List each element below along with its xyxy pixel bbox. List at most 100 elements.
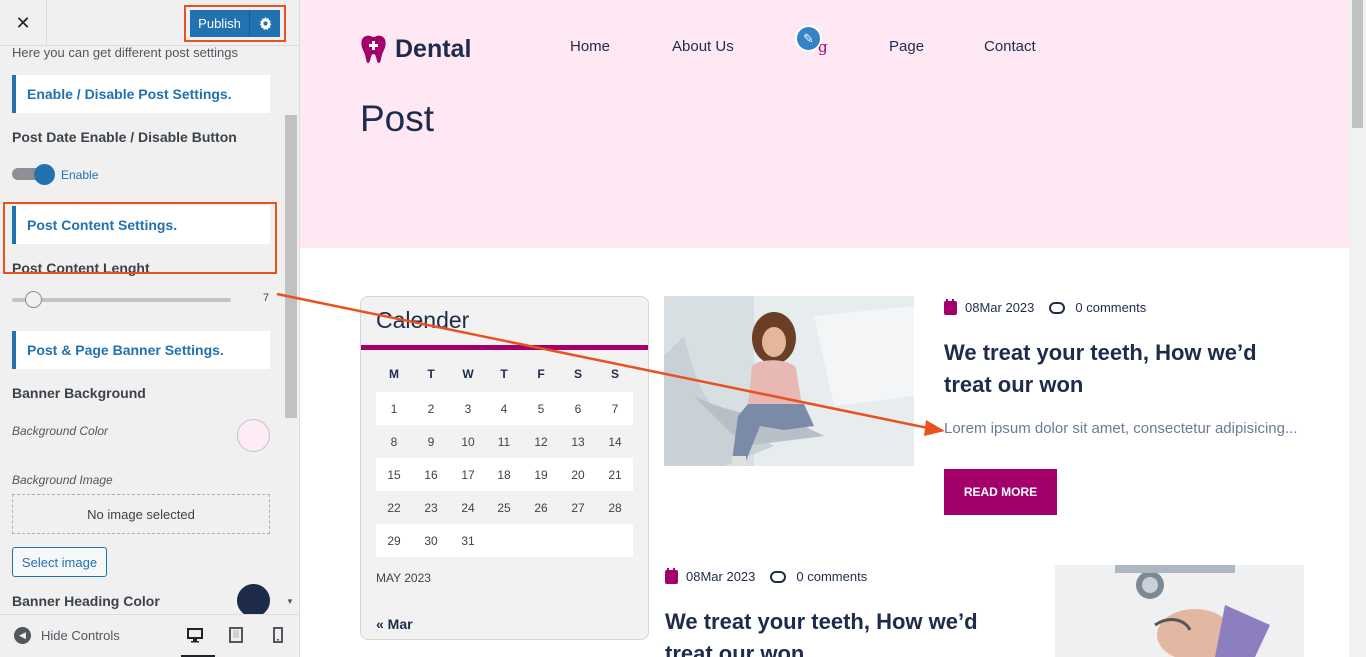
- post-title-line: We treat your teeth, How we’d: [944, 340, 1257, 365]
- highlight-box-content-length: [3, 202, 277, 274]
- calendar-week-row: 29 30 31: [376, 524, 633, 557]
- section-enable-disable-post-settings[interactable]: Enable / Disable Post Settings.: [12, 75, 270, 113]
- post-date[interactable]: 08Mar 2023: [965, 300, 1034, 315]
- tooth-logo-icon: [361, 35, 386, 63]
- calendar-day: 25: [497, 501, 511, 515]
- collapse-arrow-icon: ◀: [14, 627, 31, 644]
- content-length-value: 7: [263, 292, 270, 304]
- mobile-preview-icon[interactable]: [272, 627, 290, 645]
- calendar-caption: MAY 2023: [376, 571, 431, 585]
- calendar-day: 18: [497, 468, 511, 482]
- post-comments[interactable]: 0 comments: [796, 569, 867, 584]
- background-image-label: Background Image: [12, 473, 113, 487]
- calendar-day: 17: [461, 468, 475, 482]
- calendar-day: 10: [461, 435, 475, 449]
- calendar-day: 6: [574, 402, 582, 416]
- select-image-button[interactable]: Select image: [12, 547, 107, 577]
- background-image-placeholder: No image selected: [12, 494, 270, 534]
- panel-scrollbar-thumb[interactable]: [285, 115, 297, 418]
- page-title: Post: [360, 98, 435, 139]
- publish-button[interactable]: Publish: [190, 10, 250, 37]
- calendar-day: 14: [608, 435, 622, 449]
- post-date[interactable]: 08Mar 2023: [686, 569, 755, 584]
- post-comments[interactable]: 0 comments: [1075, 300, 1146, 315]
- no-image-text: No image selected: [87, 506, 195, 522]
- calendar-day: 24: [461, 501, 475, 515]
- nav-page[interactable]: Page: [889, 38, 924, 55]
- site-title: Dental: [395, 34, 472, 63]
- calendar-widget: Calender MTWTFSS 1 2 3 4 5 6 7 8 9 10 11 12 13 14 15 16…: [360, 296, 649, 640]
- calendar-day: 9: [427, 435, 435, 449]
- hide-controls-label: Hide Controls: [41, 628, 120, 643]
- calendar-day: 1: [390, 402, 398, 416]
- post-thumbnail-2[interactable]: [1055, 565, 1304, 657]
- post-meta-2: 08Mar 2023 0 comments: [665, 567, 867, 584]
- calendar-day: 19: [534, 468, 548, 482]
- calendar-weekday: M: [389, 367, 399, 381]
- calendar-week-row: 15 16 17 18 19 20 21: [376, 458, 633, 491]
- calendar-weekday: T: [427, 367, 435, 381]
- post-thumbnail-1[interactable]: [664, 296, 914, 466]
- highlight-box-publish: Publish: [184, 5, 286, 42]
- post-excerpt-1: Lorem ipsum dolor sit amet, consectetur …: [944, 420, 1298, 437]
- page-banner: Dental Home About Us g ✎ Page Contact Po…: [300, 0, 1349, 248]
- calendar-day: 23: [424, 501, 438, 515]
- content-length-slider-handle[interactable]: [25, 291, 42, 308]
- scroll-down-arrow-icon[interactable]: ▼: [286, 597, 294, 606]
- calendar-day: 2: [427, 402, 435, 416]
- calendar-icon: [665, 567, 678, 584]
- edit-shortcut-pencil-icon[interactable]: ✎: [795, 25, 822, 52]
- calendar-day: 13: [571, 435, 585, 449]
- preview-vertical-scrollbar[interactable]: [1349, 0, 1366, 657]
- calendar-weekday: T: [500, 367, 508, 381]
- content-length-slider-track[interactable]: [12, 298, 231, 302]
- calendar-weekday: F: [537, 367, 545, 381]
- calendar-icon: [944, 298, 957, 315]
- site-logo[interactable]: Dental: [360, 34, 471, 64]
- calendar-day: 8: [390, 435, 398, 449]
- comment-icon: [1049, 301, 1066, 314]
- calendar-weekday: S: [610, 367, 619, 381]
- post-title-line: treat our won: [944, 372, 1084, 397]
- banner-heading-color-label: Banner Heading Color: [12, 593, 160, 609]
- calendar-day: 30: [424, 534, 438, 548]
- calendar-day: 26: [534, 501, 548, 515]
- tablet-preview-icon[interactable]: [228, 627, 246, 645]
- post-title-1[interactable]: We treat your teeth, How we’d treat our …: [944, 337, 1257, 401]
- post-settings-panel: Here you can get different post settings…: [0, 46, 284, 614]
- calendar-day: 22: [387, 501, 401, 515]
- banner-heading-color-swatch[interactable]: [237, 584, 270, 614]
- calendar-week-row: 22 23 24 25 26 27 28: [376, 491, 633, 524]
- read-more-button[interactable]: READ MORE: [944, 469, 1057, 515]
- nav-home[interactable]: Home: [570, 38, 610, 55]
- background-color-swatch[interactable]: [237, 419, 270, 452]
- calendar-week-row: 1 2 3 4 5 6 7: [376, 392, 633, 425]
- nav-contact[interactable]: Contact: [984, 38, 1036, 55]
- toggle-knob: [34, 164, 55, 185]
- calendar-day: 3: [464, 402, 472, 416]
- calendar-day: 28: [608, 501, 622, 515]
- post-title-line: treat our won: [665, 641, 805, 657]
- section-banner-settings[interactable]: Post & Page Banner Settings.: [12, 331, 270, 369]
- toggle-enable-label: Enable: [61, 168, 99, 182]
- calendar-day: 31: [461, 534, 475, 548]
- gear-icon[interactable]: [250, 10, 280, 37]
- calendar-day: 15: [387, 468, 401, 482]
- customizer-header: ✕ Publish: [0, 0, 299, 46]
- background-color-label: Background Color: [12, 424, 109, 438]
- close-icon[interactable]: ✕: [0, 0, 47, 46]
- post-meta-1: 08Mar 2023 0 comments: [944, 298, 1146, 315]
- comment-icon: [770, 570, 787, 583]
- desktop-preview-icon[interactable]: [187, 627, 205, 645]
- post-title-2[interactable]: We treat your teeth, How we’d treat our …: [665, 606, 978, 657]
- calendar-day: 21: [608, 468, 622, 482]
- preview-vertical-scrollbar-thumb[interactable]: [1352, 0, 1363, 128]
- post-date-label: Post Date Enable / Disable Button: [12, 129, 237, 145]
- calendar-divider: [361, 345, 648, 350]
- post-date-toggle[interactable]: [12, 164, 56, 185]
- nav-about-us[interactable]: About Us: [672, 38, 734, 55]
- site-preview: Dental Home About Us g ✎ Page Contact Po…: [300, 0, 1349, 657]
- banner-background-label: Banner Background: [12, 385, 146, 401]
- hide-controls-button[interactable]: ◀ Hide Controls: [14, 627, 120, 644]
- calendar-prev-month-link[interactable]: « Mar: [376, 616, 413, 632]
